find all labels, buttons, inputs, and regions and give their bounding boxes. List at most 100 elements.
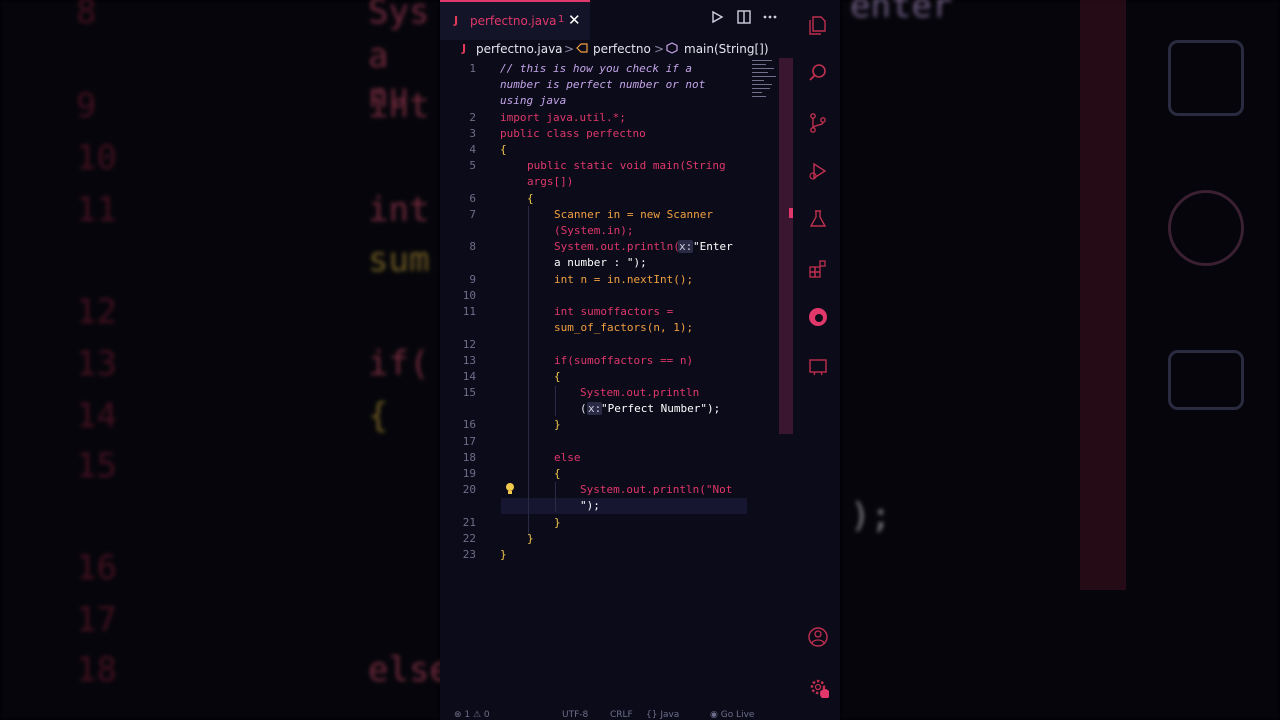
bg-line-number: 15 bbox=[76, 446, 117, 486]
breadcrumb: J perfectno.java > perfectno > main(Stri… bbox=[440, 40, 780, 60]
play-icon[interactable] bbox=[710, 10, 724, 28]
java-file-icon: J bbox=[462, 42, 467, 55]
line-number: 15 bbox=[462, 386, 476, 399]
tab-perfectno-java[interactable]: J perfectno.java 1 ✕ bbox=[440, 0, 590, 40]
indent-guide bbox=[555, 482, 556, 512]
bg-code-fragment: int bbox=[368, 190, 430, 230]
line-number: 16 bbox=[462, 418, 476, 431]
vertical-scrollbar[interactable] bbox=[779, 58, 793, 434]
line-number: 1 bbox=[469, 62, 476, 75]
status-language[interactable]: {} Java bbox=[646, 710, 679, 720]
code-line: if(sumoffactors == n) bbox=[554, 354, 694, 367]
bg-code-fragment: Sys bbox=[368, 0, 430, 32]
line-number: 3 bbox=[469, 127, 476, 140]
bg-code-fragment: if( bbox=[368, 344, 430, 384]
code-line: int sumoffactors = bbox=[554, 305, 674, 318]
line-number: 6 bbox=[469, 192, 476, 205]
breadcrumb-class[interactable]: perfectno bbox=[593, 42, 651, 56]
status-encoding[interactable]: UTF-8 bbox=[562, 710, 588, 720]
line-number: 18 bbox=[462, 451, 476, 464]
parameter-hint: x: bbox=[678, 240, 694, 253]
code-line: int n = in.nextInt(); bbox=[554, 273, 694, 286]
line-number: 12 bbox=[462, 338, 476, 351]
line-number: 10 bbox=[462, 289, 476, 302]
breadcrumb-file[interactable]: perfectno.java bbox=[476, 42, 563, 56]
code-line: using java bbox=[500, 94, 567, 107]
line-number: 17 bbox=[462, 435, 476, 448]
bg-line-number: 10 bbox=[76, 138, 117, 178]
code-line: System.out.println bbox=[580, 386, 700, 399]
settings-gear-icon[interactable] bbox=[807, 676, 830, 699]
code-line: } bbox=[500, 548, 507, 561]
activity-bar bbox=[798, 0, 840, 720]
line-number: 2 bbox=[469, 111, 476, 124]
lightbulb-icon[interactable] bbox=[503, 482, 517, 496]
minimap[interactable] bbox=[752, 58, 778, 102]
code-line: import java.util.*; bbox=[500, 111, 626, 124]
code-line: (System.in); bbox=[554, 224, 634, 237]
bg-code-fragment: sum bbox=[368, 240, 430, 280]
close-icon[interactable]: ✕ bbox=[568, 11, 581, 29]
bg-code-fragment: int bbox=[368, 86, 430, 126]
line-number: 5 bbox=[469, 159, 476, 172]
code-line: } bbox=[554, 418, 561, 431]
bg-code-fragment: enter bbox=[850, 0, 953, 26]
source-control-icon[interactable] bbox=[807, 112, 829, 134]
code-line: ( bbox=[580, 402, 587, 415]
java-file-icon: J bbox=[454, 14, 459, 27]
bg-remote-icon bbox=[1168, 350, 1244, 410]
run-debug-icon[interactable] bbox=[807, 160, 829, 182]
search-icon[interactable] bbox=[807, 62, 829, 84]
edge-browser-icon[interactable] bbox=[807, 306, 829, 328]
testing-icon[interactable] bbox=[807, 208, 829, 230]
line-number: 21 bbox=[462, 516, 476, 529]
code-line: "Perfect Number"); bbox=[601, 402, 721, 415]
code-line: sum_of_factors(n, 1); bbox=[554, 321, 694, 334]
breadcrumb-separator: > bbox=[654, 42, 665, 56]
extensions-icon[interactable] bbox=[807, 258, 829, 280]
status-eol[interactable]: CRLF bbox=[610, 710, 633, 720]
indent-guide bbox=[555, 386, 556, 416]
bg-line-number: 9 bbox=[76, 86, 97, 126]
bg-extensions-icon bbox=[1168, 40, 1244, 116]
explorer-icon[interactable] bbox=[807, 14, 829, 36]
code-line: // this is how you check if a bbox=[500, 62, 693, 75]
code-line: { bbox=[500, 143, 507, 156]
parameter-hint: x: bbox=[587, 402, 603, 415]
blurred-code-left: 8 9 10 11 12 13 14 15 16 17 18 Sys a nu … bbox=[0, 0, 450, 720]
status-go-live[interactable]: ◉ Go Live bbox=[710, 710, 754, 720]
indent-guide bbox=[528, 206, 529, 536]
line-number: 20 bbox=[462, 483, 476, 496]
bg-line-number: 14 bbox=[76, 396, 117, 436]
split-editor-icon[interactable] bbox=[737, 10, 751, 28]
line-number: 7 bbox=[469, 208, 476, 221]
account-icon[interactable] bbox=[807, 626, 829, 648]
method-icon bbox=[666, 42, 678, 57]
breadcrumb-method[interactable]: main(String[]) bbox=[684, 42, 769, 56]
line-number: 23 bbox=[462, 548, 476, 561]
code-line: else bbox=[554, 451, 581, 464]
code-line: System.out.println("Not bbox=[580, 483, 733, 496]
scrollbar-error-marker bbox=[789, 208, 793, 218]
line-number: 9 bbox=[469, 273, 476, 286]
tab-bar: J perfectno.java 1 ✕ bbox=[440, 0, 840, 40]
bg-line-number: 11 bbox=[76, 190, 117, 230]
code-line: public class perfectno bbox=[500, 127, 646, 140]
bg-line-number: 12 bbox=[76, 292, 117, 332]
line-number: 14 bbox=[462, 370, 476, 383]
line-number: 13 bbox=[462, 354, 476, 367]
code-line: { bbox=[527, 192, 534, 205]
bg-line-number: 8 bbox=[76, 0, 97, 32]
bg-edge-icon bbox=[1168, 190, 1244, 266]
problem-count-badge: 1 bbox=[558, 14, 565, 25]
code-line: public static void main(String bbox=[527, 159, 726, 172]
line-number: 22 bbox=[462, 532, 476, 545]
more-icon[interactable] bbox=[763, 10, 777, 28]
status-problems[interactable]: ⊗ 1 ⚠ 0 bbox=[454, 710, 490, 720]
line-number: 4 bbox=[469, 143, 476, 156]
current-line-highlight bbox=[501, 498, 747, 514]
remote-explorer-icon[interactable] bbox=[807, 356, 829, 378]
line-number: 19 bbox=[462, 467, 476, 480]
bg-line-number: 13 bbox=[76, 344, 117, 384]
bg-line-number: 16 bbox=[76, 548, 117, 588]
